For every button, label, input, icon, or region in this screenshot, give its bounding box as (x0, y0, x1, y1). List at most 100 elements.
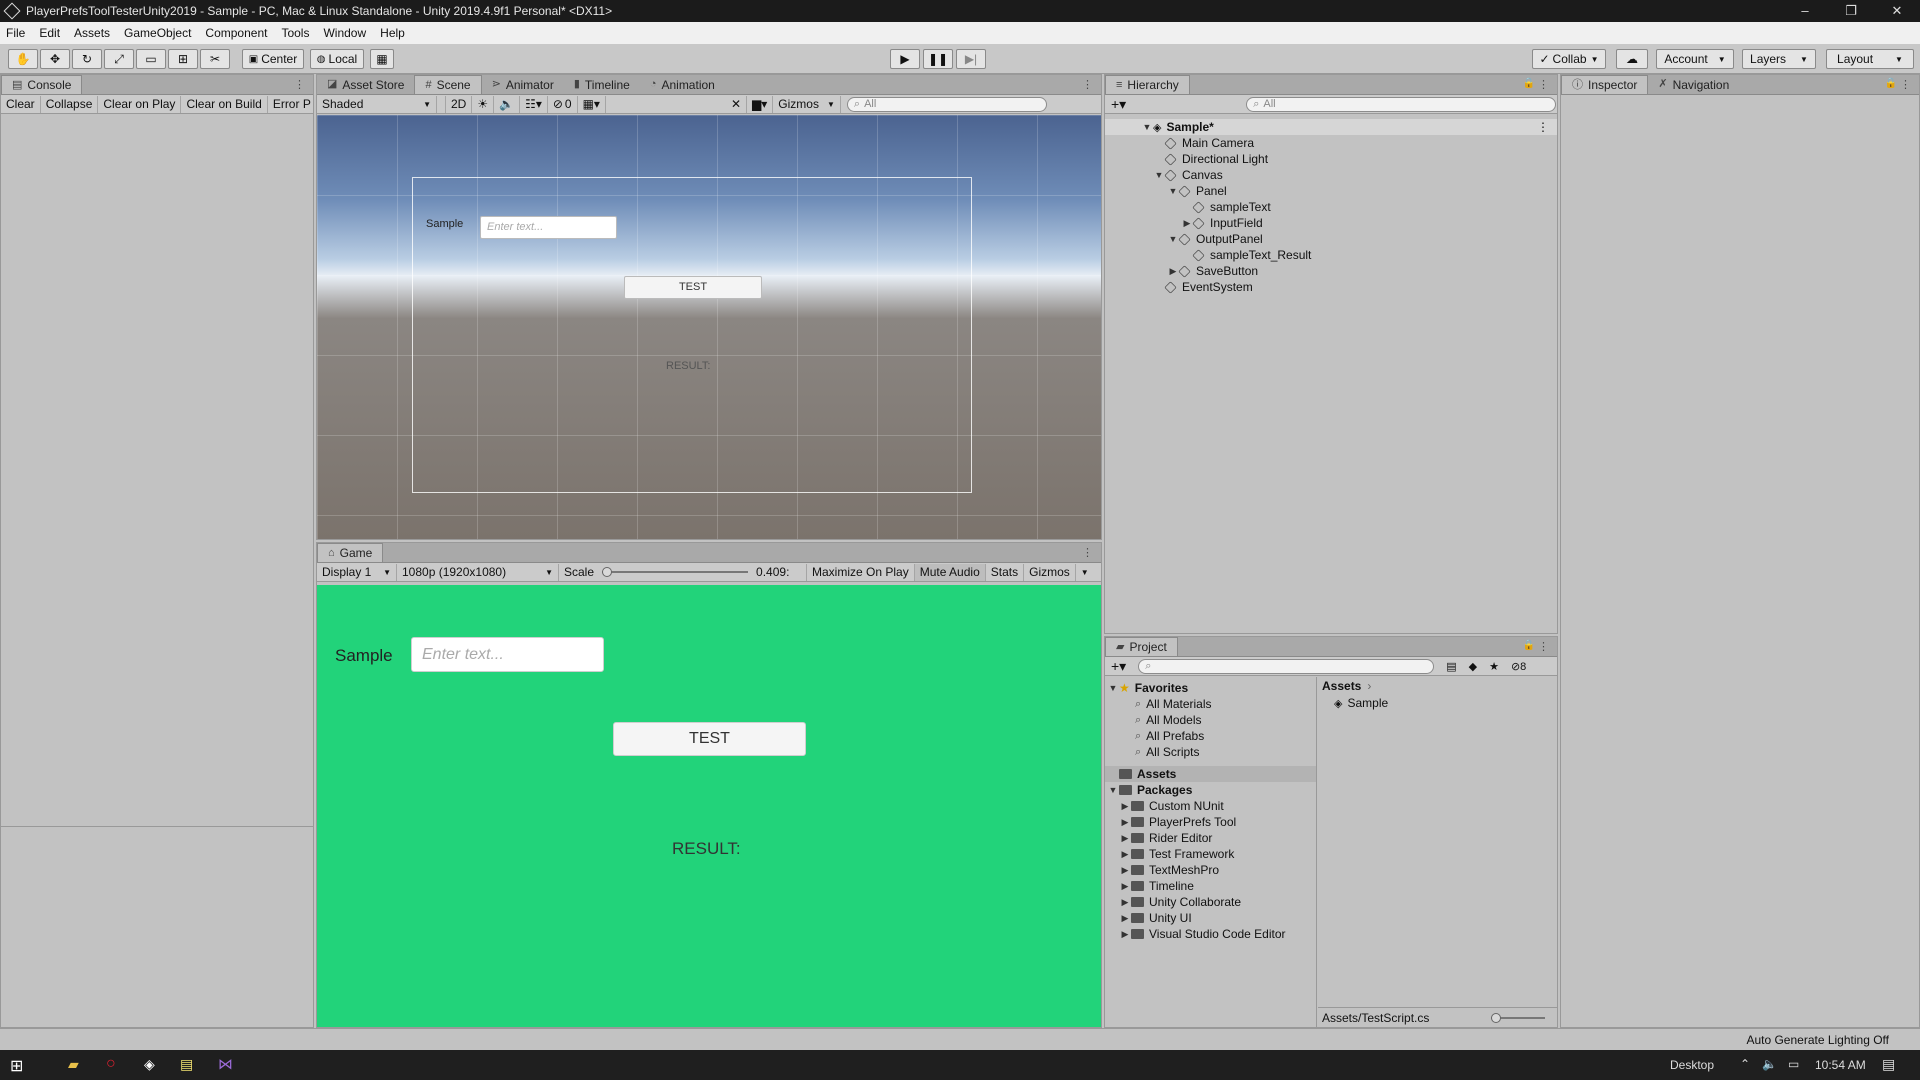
expand-arrow-icon[interactable]: ▼ (1153, 170, 1165, 180)
expand-arrow-icon[interactable]: ▼ (1141, 122, 1153, 132)
volume-icon[interactable]: 🔈 (1762, 1057, 1777, 1071)
hand-tool-icon[interactable]: ✋ (8, 49, 38, 69)
scene-search-input[interactable]: ⌕ All (846, 96, 1047, 112)
hierarchy-search-input[interactable]: ⌕ All (1246, 96, 1557, 112)
expand-arrow-icon[interactable]: ▶ (1167, 266, 1179, 277)
expand-arrow-icon[interactable]: ▶ (1119, 801, 1131, 812)
snap-icon[interactable]: ▦ (370, 49, 394, 69)
asset-item-sample[interactable]: ◈ Sample (1318, 695, 1557, 711)
expand-arrow-icon[interactable]: ▼ (1107, 683, 1119, 693)
expand-arrow-icon[interactable]: ▼ (1107, 785, 1119, 795)
minimize-button[interactable]: – (1782, 0, 1828, 22)
notification-icon[interactable]: ▤ (1882, 1056, 1895, 1073)
windows-start-icon[interactable]: ⊞ (10, 1056, 23, 1076)
expand-arrow-icon[interactable]: ▶ (1119, 849, 1131, 860)
menu-tools[interactable]: Tools (281, 26, 309, 40)
hierarchy-item-canvas[interactable]: ▼ Canvas (1105, 167, 1557, 183)
hierarchy-item-eventsystem[interactable]: EventSystem (1105, 279, 1557, 295)
console-error-pause-button[interactable]: Error P (268, 95, 317, 113)
tab-animator[interactable]: ⋗ Animator (482, 75, 564, 94)
expand-arrow-icon[interactable]: ▶ (1119, 897, 1131, 908)
clock-time[interactable]: 10:54 AM (1815, 1058, 1866, 1072)
expand-arrow-icon[interactable]: ▶ (1119, 817, 1131, 828)
mode-2d-toggle[interactable]: 2D (445, 95, 473, 113)
scene-root-row[interactable]: ▼ ◈ Sample* ⋮ (1105, 119, 1557, 135)
menu-edit[interactable]: Edit (39, 26, 60, 40)
package-item[interactable]: ▶ Visual Studio Code Editor (1105, 926, 1316, 942)
rotate-tool-icon[interactable]: ↻ (72, 49, 102, 69)
network-icon[interactable]: ▭ (1788, 1057, 1799, 1071)
icon-size-slider-thumb[interactable] (1491, 1012, 1501, 1023)
more-options-icon[interactable]: ⋮ (1537, 120, 1549, 134)
more-options-icon[interactable]: ⋮ (1900, 78, 1911, 91)
file-explorer-icon[interactable]: ▰ (68, 1056, 79, 1073)
menu-assets[interactable]: Assets (74, 26, 110, 40)
expand-arrow-icon[interactable]: ▶ (1119, 833, 1131, 844)
add-dropdown-icon[interactable]: +▾ (1111, 96, 1126, 113)
tab-navigation[interactable]: ✗ Navigation (1648, 75, 1739, 94)
hierarchy-item-savebutton[interactable]: ▶ SaveButton (1105, 263, 1557, 279)
tab-game[interactable]: ⌂ Game (317, 543, 384, 562)
scene-viewport[interactable]: Sample Enter text... TEST RESULT: (317, 115, 1101, 539)
search-by-type-icon[interactable]: ▤ (1446, 660, 1456, 673)
grid-dropdown-icon[interactable]: ▦▾ (578, 95, 606, 113)
breadcrumb-assets[interactable]: Assets (1322, 679, 1361, 693)
play-button[interactable]: ▶ (890, 49, 920, 69)
package-item[interactable]: ▶ Timeline (1105, 878, 1316, 894)
layers-dropdown[interactable]: Layers ▼ (1742, 49, 1816, 69)
hierarchy-item-inputfield[interactable]: ▶ InputField (1105, 215, 1557, 231)
more-options-icon[interactable]: ⋮ (1082, 78, 1093, 91)
tab-hierarchy[interactable]: ≡ Hierarchy (1105, 75, 1190, 94)
audio-toggle-icon[interactable]: 🔈 (494, 95, 521, 113)
lock-icon[interactable]: 🔒 (1523, 640, 1535, 651)
expand-arrow-icon[interactable]: ▼ (1167, 234, 1179, 244)
more-options-icon[interactable]: ⋮ (1538, 640, 1549, 653)
tab-inspector[interactable]: ⓘ Inspector (1561, 75, 1649, 94)
hidden-objects-toggle[interactable]: ⊘ 0 (548, 95, 578, 113)
lighting-toggle-icon[interactable]: ☀ (472, 95, 495, 113)
gizmos-dropdown[interactable]: Gizmos ▼ (773, 95, 841, 113)
console-clear-on-play-button[interactable]: Clear on Play (98, 95, 182, 113)
favorites-row[interactable]: ▼ ★ Favorites (1105, 680, 1316, 696)
more-options-icon[interactable]: ⋮ (1082, 546, 1093, 559)
expand-arrow-icon[interactable]: ▼ (1167, 186, 1179, 196)
hidden-packages-toggle[interactable]: ⊘8 (1511, 660, 1526, 673)
maximize-button[interactable]: ❐ (1828, 0, 1874, 22)
hierarchy-item-panel[interactable]: ▼ Panel (1105, 183, 1557, 199)
custom-tool-icon[interactable]: ✂ (200, 49, 230, 69)
chevron-down-icon[interactable]: ▼ (1076, 564, 1094, 581)
resolution-dropdown[interactable]: 1080p (1920x1080) ▼ (397, 563, 559, 581)
game-gizmos-toggle[interactable]: Gizmos (1024, 563, 1076, 581)
shading-mode-dropdown[interactable]: Shaded ▼ (317, 95, 437, 113)
expand-arrow-icon[interactable]: ▶ (1181, 218, 1193, 229)
pause-button[interactable]: ❚❚ (923, 49, 953, 69)
hierarchy-item-directional-light[interactable]: Directional Light (1105, 151, 1557, 167)
console-detail-area[interactable] (1, 828, 313, 1027)
package-item[interactable]: ▶ PlayerPrefs Tool (1105, 814, 1316, 830)
package-item[interactable]: ▶ TextMeshPro (1105, 862, 1316, 878)
more-options-icon[interactable]: ⋮ (294, 78, 305, 91)
menu-window[interactable]: Window (323, 26, 366, 40)
tab-asset-store[interactable]: ◪ Asset Store (317, 75, 414, 94)
game-input-field[interactable]: Enter text... (411, 637, 604, 672)
step-button[interactable]: ▶| (956, 49, 986, 69)
scale-tool-icon[interactable]: ⤢ (104, 49, 134, 69)
transform-tool-icon[interactable]: ⊞ (168, 49, 198, 69)
hierarchy-item-main-camera[interactable]: Main Camera (1105, 135, 1557, 151)
lock-icon[interactable]: 🔒 (1885, 78, 1897, 89)
package-item[interactable]: ▶ Rider Editor (1105, 830, 1316, 846)
console-clear-on-build-button[interactable]: Clear on Build (181, 95, 268, 113)
display-dropdown[interactable]: Display 1 ▼ (317, 563, 397, 581)
add-dropdown-icon[interactable]: +▾ (1111, 658, 1126, 675)
tab-timeline[interactable]: ▮ Timeline (564, 75, 640, 94)
project-search-input[interactable]: ⌕ (1138, 658, 1435, 674)
account-dropdown[interactable]: Account ▼ (1656, 49, 1734, 69)
console-collapse-button[interactable]: Collapse (41, 95, 99, 113)
tab-console[interactable]: ▤ Console (1, 75, 83, 94)
scale-slider[interactable] (602, 567, 749, 577)
game-test-button[interactable]: TEST (613, 722, 806, 756)
close-button[interactable]: ✕ (1874, 0, 1920, 22)
opera-browser-icon[interactable]: ○ (106, 1055, 116, 1073)
scale-slider-thumb[interactable] (602, 567, 613, 577)
hierarchy-item-outputpanel[interactable]: ▼ OutputPanel (1105, 231, 1557, 247)
